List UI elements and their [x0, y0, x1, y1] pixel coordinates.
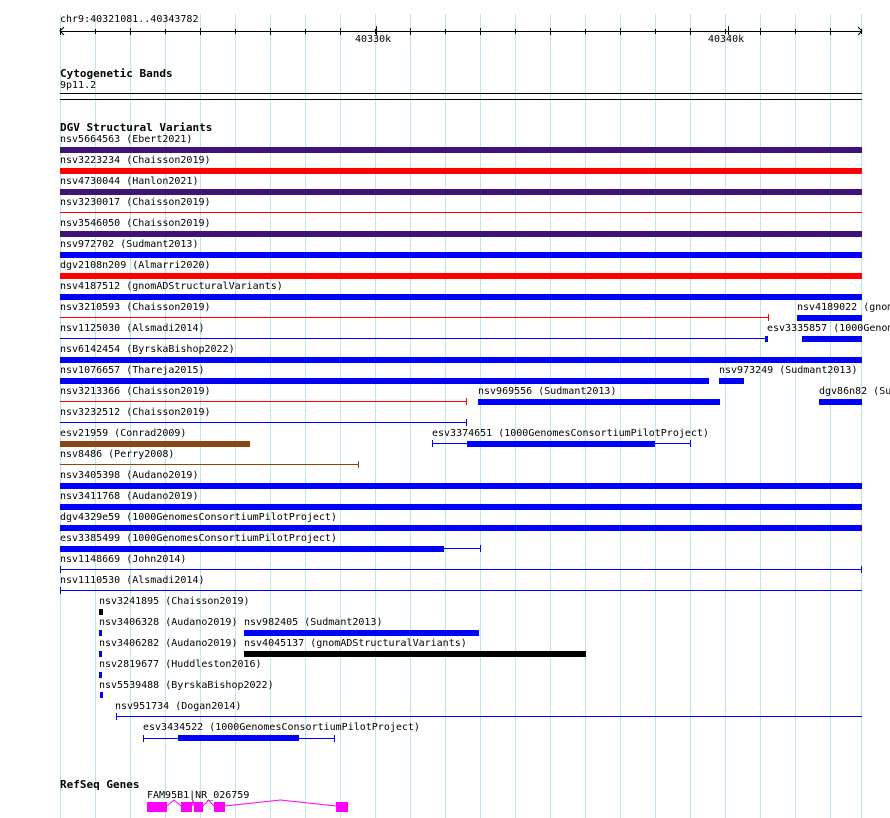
gene-intron	[166, 799, 182, 807]
gene-intron	[202, 799, 215, 807]
gene-intron	[224, 799, 337, 807]
gene-exon[interactable]	[214, 802, 225, 812]
genome-browser-panel: chr9:40321081..40343782 40330k 40340k Cy…	[0, 0, 890, 818]
gene-exon[interactable]	[194, 802, 203, 812]
gene-exon[interactable]	[181, 802, 192, 812]
gene-exon[interactable]	[336, 802, 348, 812]
gene-model[interactable]	[0, 0, 890, 818]
gene-exon[interactable]	[147, 802, 167, 812]
gene-intron	[191, 799, 195, 807]
